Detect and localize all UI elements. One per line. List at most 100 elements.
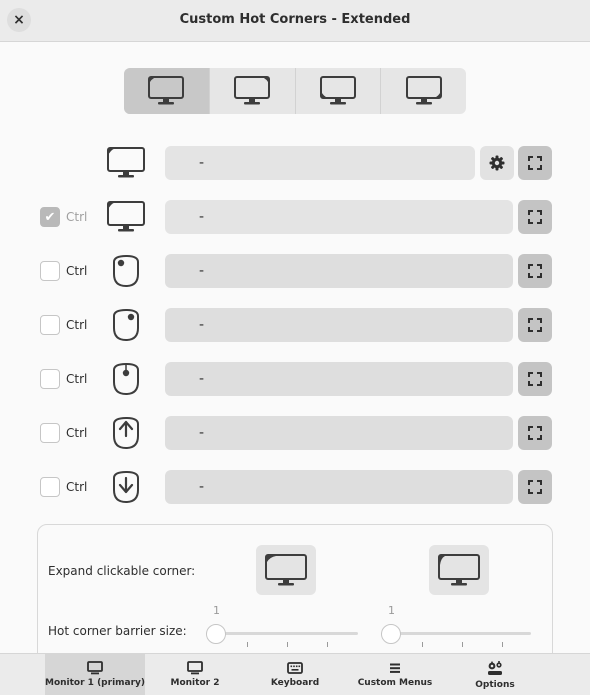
action-value: - bbox=[199, 155, 205, 171]
menu-icon bbox=[390, 663, 400, 673]
slider-trough bbox=[206, 632, 358, 635]
ctrl-checkbox[interactable] bbox=[40, 261, 60, 281]
mouse-left-button-icon bbox=[113, 254, 139, 288]
gear-icon bbox=[489, 155, 505, 171]
nav-label: Custom Menus bbox=[357, 678, 433, 688]
trigger-row-scroll-down: Ctrl - bbox=[0, 470, 590, 504]
scroll-down-icon bbox=[113, 470, 139, 504]
expand-vertical-button[interactable] bbox=[429, 545, 489, 595]
hot-corner-trigger bbox=[104, 146, 148, 180]
options-icon bbox=[488, 661, 502, 675]
monitor-icon bbox=[87, 661, 103, 675]
action-dropdown[interactable]: - bbox=[165, 254, 513, 288]
monitor-expand-vertical-icon bbox=[438, 554, 480, 586]
fullscreen-toggle-button[interactable] bbox=[518, 308, 552, 342]
expand-horizontal-button[interactable] bbox=[256, 545, 316, 595]
barrier-v-value: 1 bbox=[388, 604, 395, 617]
mouse-trigger bbox=[104, 470, 148, 504]
barrier-h-slider[interactable] bbox=[206, 622, 358, 652]
barrier-size-label: Hot corner barrier size: bbox=[48, 624, 187, 638]
action-value: - bbox=[199, 317, 205, 333]
corner-tab-top-left[interactable] bbox=[124, 68, 210, 114]
nav-label: Monitor 1 (primary) bbox=[44, 678, 146, 688]
trigger-row-hot-corner: - bbox=[0, 146, 590, 180]
mouse-trigger bbox=[104, 362, 148, 396]
corner-tab-bottom-left[interactable] bbox=[296, 68, 382, 114]
corner-tab-bottom-right[interactable] bbox=[381, 68, 466, 114]
barrier-h-value: 1 bbox=[213, 604, 220, 617]
trigger-row-scroll-up: Ctrl - bbox=[0, 416, 590, 450]
fullscreen-icon bbox=[528, 426, 542, 440]
view-switcher: Monitor 1 (primary) Monitor 2 Keyboard C… bbox=[0, 653, 590, 695]
ctrl-checkbox[interactable] bbox=[40, 477, 60, 497]
nav-monitor-1[interactable]: Monitor 1 (primary) bbox=[45, 654, 145, 695]
nav-options[interactable]: Options bbox=[445, 654, 545, 695]
slider-tick bbox=[462, 642, 463, 647]
ctrl-label: Ctrl bbox=[66, 264, 88, 278]
ctrl-checkbox[interactable] bbox=[40, 369, 60, 389]
action-value: - bbox=[199, 371, 205, 387]
monitor-bottom-right-icon bbox=[405, 76, 442, 105]
fullscreen-icon bbox=[528, 264, 542, 278]
slider-tick bbox=[327, 642, 328, 647]
fullscreen-icon bbox=[528, 480, 542, 494]
nav-monitor-2[interactable]: Monitor 2 bbox=[145, 654, 245, 695]
action-dropdown[interactable]: - bbox=[165, 416, 513, 450]
check-icon: ✔ bbox=[44, 209, 56, 225]
action-dropdown[interactable]: - bbox=[165, 470, 513, 504]
action-dropdown[interactable]: - bbox=[165, 362, 513, 396]
ctrl-checkbox-group: ✔ Ctrl bbox=[40, 207, 87, 227]
fullscreen-toggle-button[interactable] bbox=[518, 200, 552, 234]
fullscreen-toggle-button[interactable] bbox=[518, 362, 552, 396]
fullscreen-toggle-button[interactable] bbox=[518, 146, 552, 180]
trigger-row-primary-button: Ctrl - bbox=[0, 254, 590, 288]
action-dropdown[interactable]: - bbox=[165, 146, 475, 180]
mouse-trigger bbox=[104, 416, 148, 450]
corner-selector bbox=[124, 68, 466, 114]
fullscreen-icon bbox=[528, 318, 542, 332]
fullscreen-toggle-button[interactable] bbox=[518, 416, 552, 450]
nav-keyboard[interactable]: Keyboard bbox=[245, 654, 345, 695]
nav-label: Options bbox=[475, 680, 515, 690]
window-title: Custom Hot Corners - Extended bbox=[179, 12, 411, 27]
corner-options-frame: Expand clickable corner: 1 1 Hot corner … bbox=[37, 524, 553, 674]
settings-button[interactable] bbox=[480, 146, 514, 180]
ctrl-checkbox[interactable]: ✔ bbox=[40, 207, 60, 227]
ctrl-label: Ctrl bbox=[66, 372, 88, 386]
nav-custom-menus[interactable]: Custom Menus bbox=[345, 654, 445, 695]
keyboard-icon bbox=[287, 662, 303, 674]
mouse-trigger bbox=[104, 254, 148, 288]
barrier-v-slider[interactable] bbox=[381, 622, 531, 652]
action-dropdown[interactable]: - bbox=[165, 308, 513, 342]
action-dropdown[interactable]: - bbox=[165, 200, 513, 234]
scroll-up-icon bbox=[113, 416, 139, 450]
slider-knob[interactable] bbox=[381, 624, 401, 644]
mouse-right-button-icon bbox=[113, 308, 139, 342]
fullscreen-toggle-button[interactable] bbox=[518, 254, 552, 288]
ctrl-checkbox[interactable] bbox=[40, 315, 60, 335]
ctrl-checkbox-group: Ctrl bbox=[40, 423, 87, 443]
slider-tick bbox=[502, 642, 503, 647]
corner-tab-top-right[interactable] bbox=[210, 68, 296, 114]
monitor-icon bbox=[187, 661, 203, 675]
slider-knob[interactable] bbox=[206, 624, 226, 644]
fullscreen-icon bbox=[528, 372, 542, 386]
monitor-top-right-icon bbox=[234, 76, 271, 105]
mouse-middle-button-icon bbox=[113, 362, 139, 396]
trigger-row-secondary-button: Ctrl - bbox=[0, 308, 590, 342]
ctrl-label: Ctrl bbox=[66, 426, 88, 440]
header-bar: × Custom Hot Corners - Extended bbox=[0, 0, 590, 42]
ctrl-checkbox-group: Ctrl bbox=[40, 315, 87, 335]
monitor-expand-horizontal-icon bbox=[265, 554, 307, 586]
monitor-top-left-icon bbox=[107, 201, 145, 232]
fullscreen-icon bbox=[528, 156, 542, 170]
slider-tick bbox=[287, 642, 288, 647]
mouse-trigger bbox=[104, 308, 148, 342]
nav-label: Monitor 2 bbox=[170, 678, 220, 688]
fullscreen-icon bbox=[528, 210, 542, 224]
ctrl-label: Ctrl bbox=[66, 480, 88, 494]
ctrl-checkbox[interactable] bbox=[40, 423, 60, 443]
ctrl-checkbox-group: Ctrl bbox=[40, 477, 87, 497]
slider-trough bbox=[381, 632, 531, 635]
fullscreen-toggle-button[interactable] bbox=[518, 470, 552, 504]
